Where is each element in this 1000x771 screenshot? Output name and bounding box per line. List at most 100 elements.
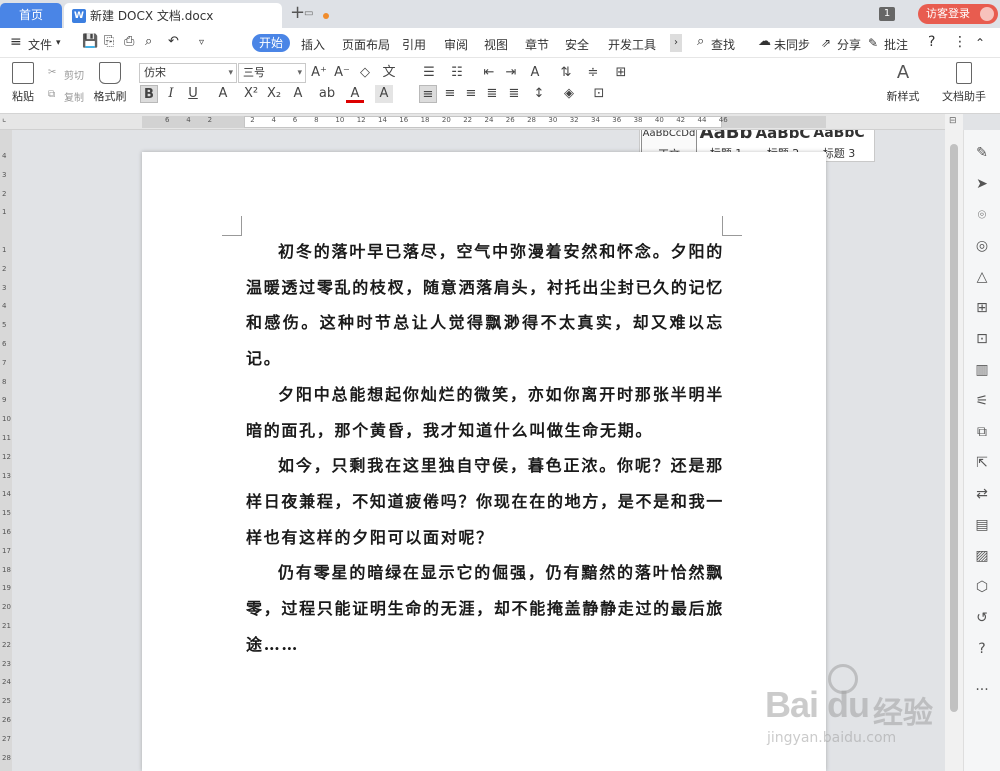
monitor-icon[interactable]: ▭ (304, 8, 316, 19)
borders-icon[interactable]: ⊡ (590, 85, 608, 103)
new-style-button[interactable]: A 新样式 (880, 62, 926, 104)
text-effect-button[interactable]: A (289, 85, 307, 103)
tab-home[interactable]: 首页 (0, 3, 62, 28)
shading-icon[interactable]: ◈ (560, 85, 578, 103)
location-icon[interactable]: ⌾ (974, 207, 990, 223)
window-count-badge[interactable]: 1 (879, 7, 895, 21)
shapes-icon[interactable]: ◎ (974, 238, 990, 254)
comment-button[interactable]: 批注 (884, 36, 908, 53)
bullet-list-icon[interactable]: ☰ (420, 64, 438, 82)
pinyin-icon[interactable]: 文 (380, 64, 398, 82)
underline-button[interactable]: U (184, 85, 202, 103)
horizontal-ruler[interactable]: 6 4 2 2 4 6 8 10 12 14 16 18 20 22 24 26 28 30 32 34 36 38 40 4… (0, 114, 945, 130)
align-left-button[interactable]: ≡ (419, 85, 437, 103)
save-icon[interactable]: 💾 (82, 34, 98, 49)
translate-icon[interactable]: ⇄ (974, 486, 990, 502)
paste-button[interactable]: 粘贴 (6, 62, 40, 104)
strikethrough-button[interactable]: A (214, 85, 232, 103)
decrease-indent-icon[interactable]: ⇤ (480, 64, 498, 82)
archive-icon[interactable]: ▤ (974, 517, 990, 533)
grow-font-icon[interactable]: A⁺ (310, 64, 328, 82)
export-panel-icon[interactable]: ⇱ (974, 455, 990, 471)
share-button[interactable]: 分享 (837, 36, 861, 53)
help-panel-icon[interactable]: ? (974, 641, 990, 657)
paragraph[interactable]: 初冬的落叶早已落尽，空气中弥漫着安然和怀念。夕阳的温暖透过零乱的枝杈，随意洒落肩… (246, 234, 724, 377)
search-button[interactable]: 查找 (711, 36, 735, 53)
text-direction-icon[interactable]: A (526, 64, 544, 82)
shrink-font-icon[interactable]: A⁻ (333, 64, 351, 82)
chevron-right-icon[interactable]: › (670, 34, 682, 52)
search-icon[interactable]: ⌕ (697, 34, 704, 49)
subscript-button[interactable]: X₂ (265, 85, 283, 103)
highlight-button[interactable]: ab (318, 85, 336, 103)
justify-button[interactable]: ≣ (483, 85, 501, 103)
picture-icon[interactable]: ▨ (974, 548, 990, 564)
font-name-select[interactable]: 仿宋 (139, 63, 237, 83)
more-icon[interactable]: ⋮ (953, 34, 967, 50)
hamburger-menu-icon[interactable]: ≡ (10, 34, 22, 50)
italic-button[interactable]: I (162, 85, 180, 103)
chevron-down-icon[interactable]: ▾ (56, 38, 61, 48)
bold-button[interactable]: B (140, 85, 158, 103)
tab-start[interactable]: 开始 (252, 34, 290, 52)
apps-icon[interactable]: ⊡ (974, 331, 990, 347)
undo-icon[interactable]: ↶ (168, 34, 179, 49)
sync-status[interactable]: 未同步 (774, 36, 810, 53)
collapse-ribbon-icon[interactable]: ⌃ (975, 36, 985, 50)
tab-document[interactable]: W 新建 DOCX 文档.docx ▭ (64, 3, 329, 28)
table-panel-icon[interactable]: ⊞ (974, 300, 990, 316)
char-shading-button[interactable]: A (375, 85, 393, 103)
cut-button[interactable]: 剪切 (64, 67, 84, 82)
clear-format-icon[interactable]: ◇ (356, 64, 374, 82)
pen-icon[interactable]: ✎ (974, 145, 990, 161)
vertical-scrollbar[interactable]: ⊟ (945, 114, 963, 771)
style-icon[interactable]: △ (974, 269, 990, 285)
copy-icon[interactable]: ⧉ (48, 89, 55, 100)
help-icon[interactable]: ? (928, 34, 935, 50)
paragraph[interactable]: 仍有零星的暗绿在显示它的倔强，仍有黯然的落叶恰然飘零，过程只能证明生命的无涯，却… (246, 555, 724, 662)
align-center-button[interactable]: ≡ (441, 85, 459, 103)
document-page[interactable]: 初冬的落叶早已落尽，空气中弥漫着安然和怀念。夕阳的温暖透过零乱的枝杈，随意洒落肩… (142, 152, 826, 771)
tab-stop-icon[interactable]: ⌞ (2, 114, 6, 124)
history-icon[interactable]: ↺ (974, 610, 990, 626)
numbered-list-icon[interactable]: ☷ (448, 64, 466, 82)
doc-assistant-button[interactable]: 文档助手 (940, 62, 988, 104)
font-color-button[interactable]: A (346, 85, 364, 103)
guest-login-button[interactable]: 访客登录 (918, 4, 998, 24)
more-panel-icon[interactable]: ··· (974, 682, 990, 698)
vertical-ruler[interactable]: 4 3 2 1 1 2 3 4 5 6 7 8 9 10 11 12 13 14 15 16 17 18 19 20 21 22 2… (0, 130, 12, 771)
superscript-button[interactable]: X² (242, 85, 260, 103)
tab-security[interactable]: 安全 (565, 36, 589, 53)
document-body[interactable]: 初冬的落叶早已落尽，空气中弥漫着安然和怀念。夕阳的温暖透过零乱的枝杈，随意洒落肩… (246, 234, 724, 662)
tab-review[interactable]: 审阅 (444, 36, 468, 53)
tab-page-layout[interactable]: 页面布局 (342, 36, 390, 53)
chart-icon[interactable]: ▥ (974, 362, 990, 378)
table-icon[interactable]: ⊞ (612, 64, 630, 82)
copy-button[interactable]: 复制 (64, 89, 84, 104)
line-spacing-icon[interactable]: ≑ (584, 64, 602, 82)
shield-icon[interactable]: ⬡ (974, 579, 990, 595)
tab-developer[interactable]: 开发工具 (608, 36, 656, 53)
align-right-button[interactable]: ≡ (462, 85, 480, 103)
paragraph[interactable]: 夕阳中总能想起你灿烂的微笑，亦如你离开时那张半明半暗的面孔，那个黄昏，我才知道什… (246, 377, 724, 448)
collapse-panel-icon[interactable]: ⊟ (949, 116, 957, 126)
increase-indent-icon[interactable]: ⇥ (502, 64, 520, 82)
distributed-button[interactable]: ≣ (505, 85, 523, 103)
tab-insert[interactable]: 插入 (301, 36, 325, 53)
tab-chapter[interactable]: 章节 (525, 36, 549, 53)
export-icon[interactable]: ⎘ (104, 34, 114, 49)
image-search-icon[interactable]: ⧉ (974, 424, 990, 440)
paragraph[interactable]: 如今，只剩我在这里独自守侯，暮色正浓。你呢？还是那样日夜兼程，不知道疲倦吗？你现… (246, 448, 724, 555)
settings-sliders-icon[interactable]: ⚟ (974, 393, 990, 409)
format-painter-button[interactable]: 格式刷 (92, 62, 128, 104)
tab-references[interactable]: 引用 (402, 36, 426, 53)
tab-view[interactable]: 视图 (484, 36, 508, 53)
new-tab-button[interactable]: + (290, 2, 305, 23)
paragraph-spacing-icon[interactable]: ↕ (530, 85, 548, 103)
sort-icon[interactable]: ⇅ (557, 64, 575, 82)
print-icon[interactable]: ⎙ (124, 34, 134, 49)
customize-icon[interactable]: ▿ (199, 37, 204, 48)
cut-icon[interactable]: ✂ (48, 67, 56, 78)
print-preview-icon[interactable]: ⌕ (145, 34, 152, 49)
menu-file[interactable]: 文件 (28, 36, 52, 53)
